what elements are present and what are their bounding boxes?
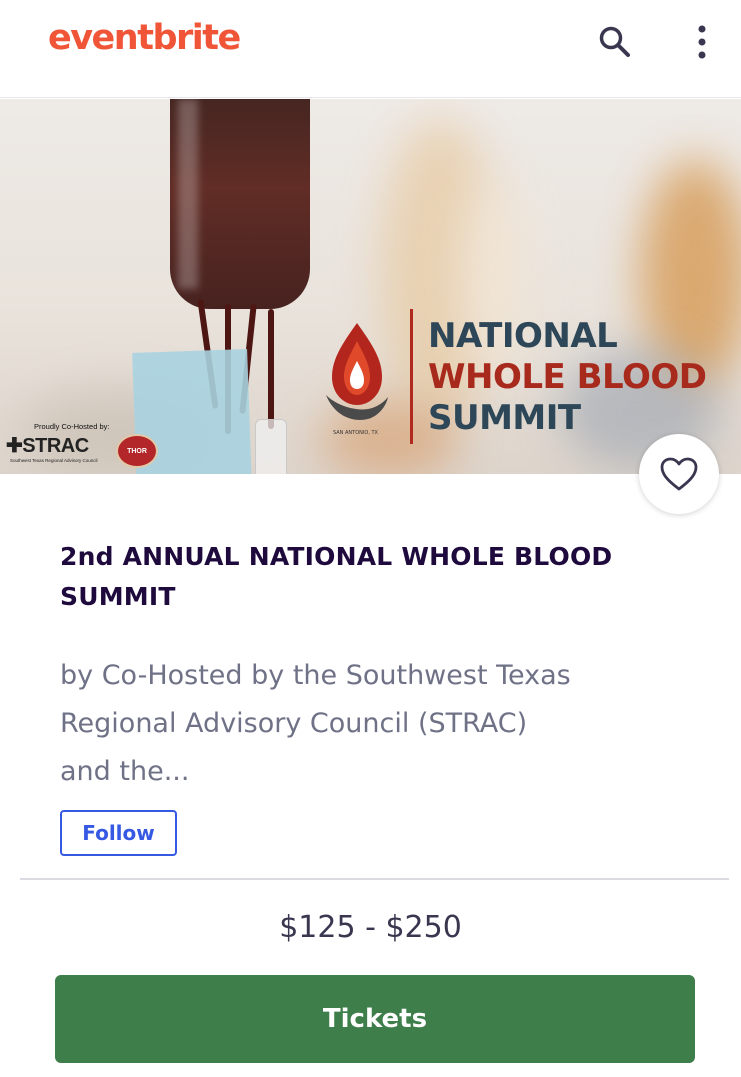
tickets-button[interactable]: Tickets — [55, 975, 695, 1063]
like-button[interactable] — [639, 434, 719, 514]
price-range: $125 - $250 — [279, 910, 462, 945]
search-icon — [599, 26, 630, 57]
thor-logo: THOR — [116, 434, 158, 468]
event-banner-image: SAN ANTONIO, TX NATIONAL WHOLE BLOOD SUM… — [0, 99, 741, 474]
summit-line-3: SUMMIT — [428, 398, 581, 438]
summit-line-2: WHOLE BLOOD — [428, 357, 707, 397]
search-button[interactable] — [593, 20, 637, 64]
section-divider — [20, 878, 729, 880]
location-caption: SAN ANTONIO, TX — [333, 430, 378, 436]
strac-logo: ✚STRAC — [6, 435, 89, 457]
banner-divider — [410, 309, 413, 444]
blood-drop-hand-logo — [326, 323, 388, 420]
heart-outline-icon — [660, 457, 698, 491]
more-options-button[interactable] — [680, 20, 724, 64]
top-navigation-bar: eventbrite — [0, 0, 741, 98]
strac-subtitle: Southwest Texas Regional Advisory Counci… — [10, 458, 98, 463]
banner-summit-title: NATIONAL WHOLE BLOOD SUMMIT — [428, 316, 707, 439]
cohost-logos: Proudly Co-Hosted by: ✚STRAC Southwest T… — [4, 422, 164, 474]
drip-chamber-graphic — [255, 419, 287, 474]
more-vertical-icon — [698, 25, 706, 59]
strac-logo-text: STRAC — [22, 435, 89, 457]
eventbrite-logo[interactable]: eventbrite — [48, 18, 241, 58]
follow-button[interactable]: Follow — [60, 810, 177, 856]
event-title: 2nd ANNUAL NATIONAL WHOLE BLOOD SUMMIT — [60, 542, 613, 611]
organizer-name[interactable]: by Co-Hosted by the Southwest Texas Regi… — [60, 652, 580, 796]
summit-line-1: NATIONAL — [428, 316, 618, 356]
cohost-label: Proudly Co-Hosted by: — [34, 422, 110, 431]
